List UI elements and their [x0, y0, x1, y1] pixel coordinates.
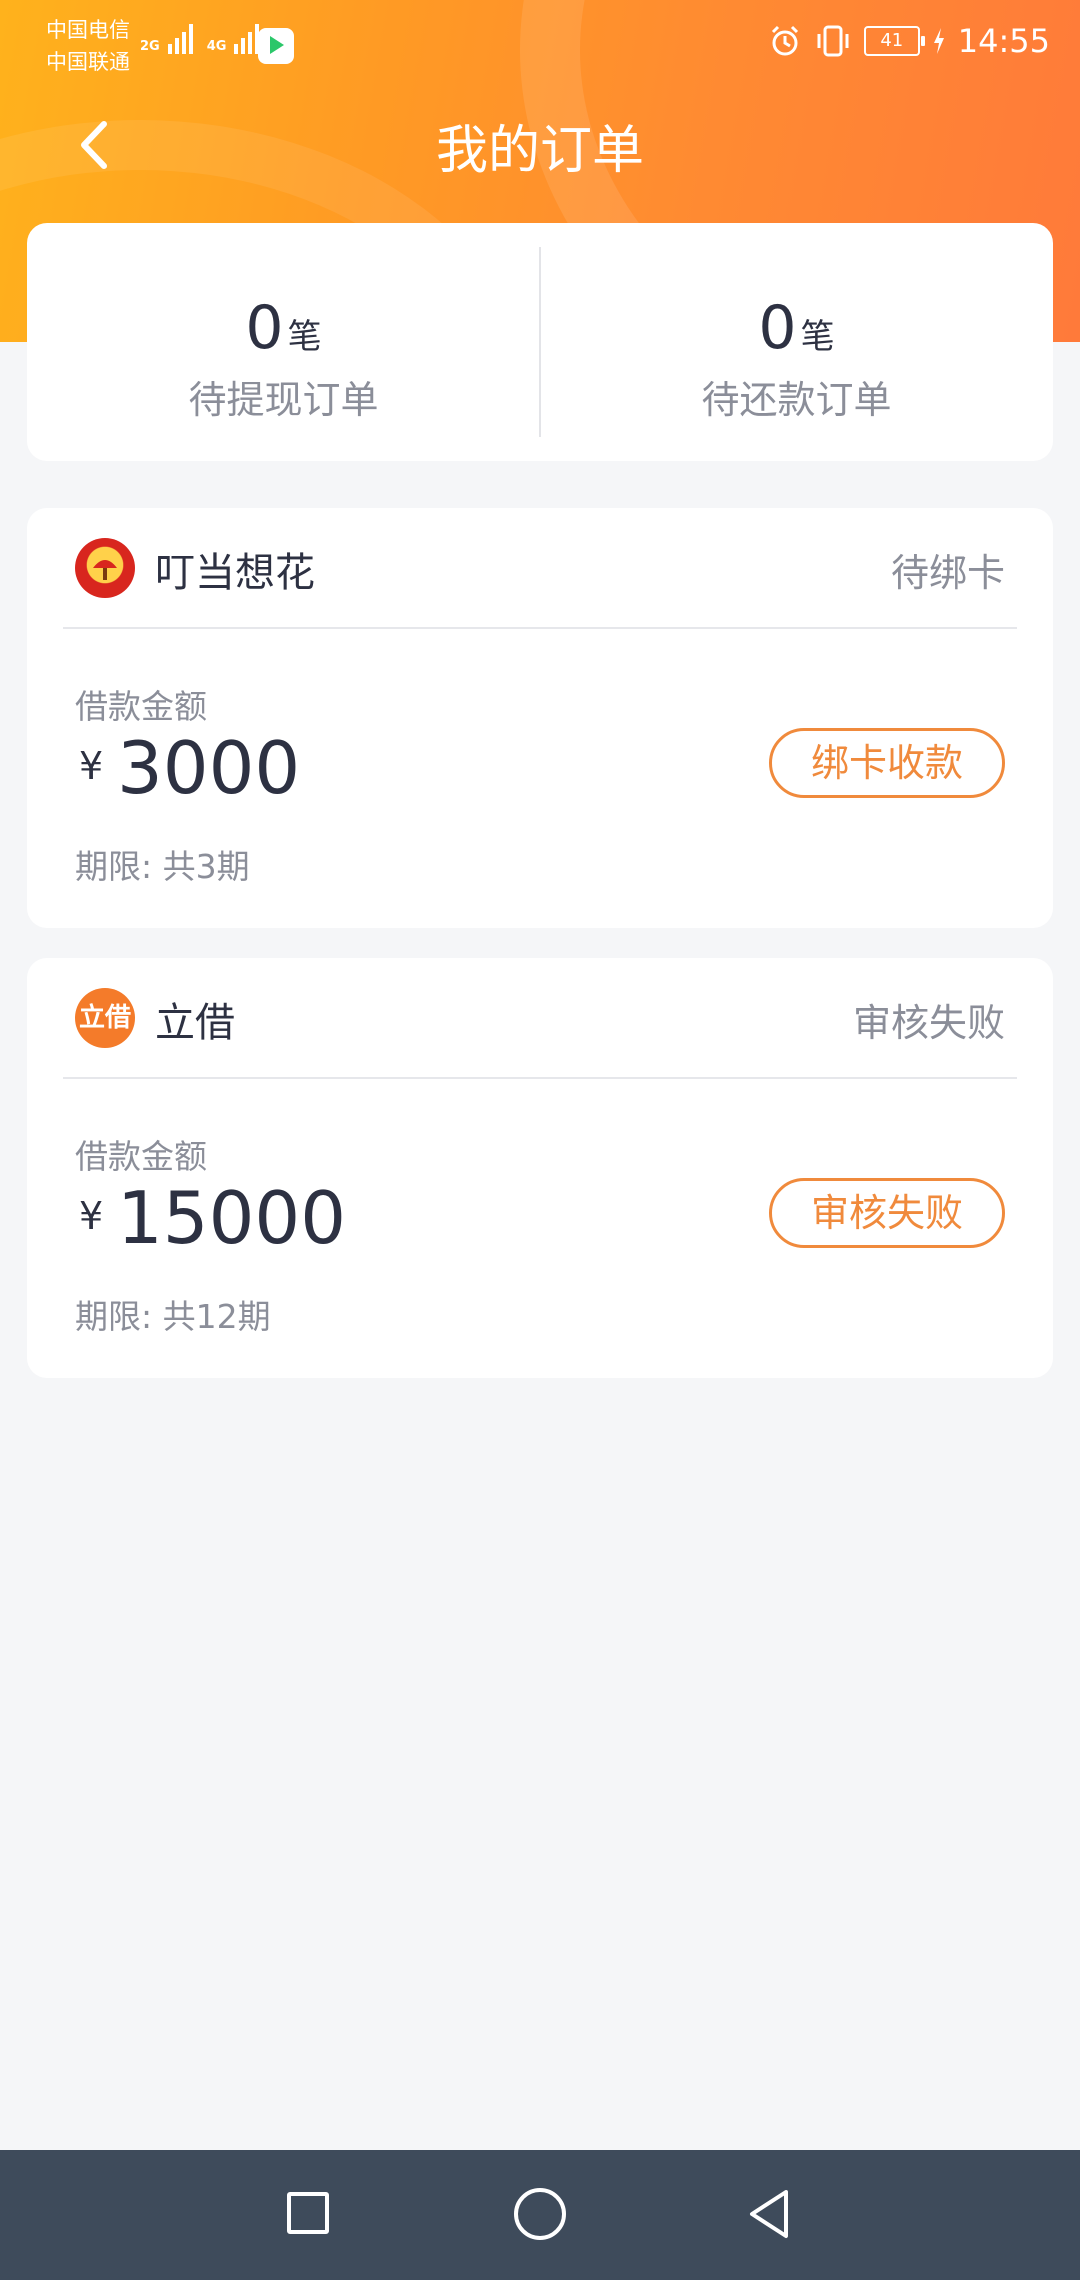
signal-indicators: 2G 4G: [140, 22, 260, 54]
order-status: 审核失败: [852, 1001, 1005, 1045]
pending-repay-label: 待还款订单: [701, 378, 892, 422]
loan-term: 期限: 共12期: [75, 1297, 271, 1336]
battery-indicator: 41: [863, 26, 925, 56]
bind-card-button[interactable]: 绑卡收款: [769, 728, 1005, 798]
status-right: 41 14:55: [768, 22, 1050, 60]
page-title: 我的订单: [435, 121, 644, 181]
lijie-logo-icon: 立借: [75, 988, 135, 1048]
pending-repay-count: 0: [758, 293, 797, 363]
amount-label: 借款金额: [75, 687, 207, 726]
dingdang-logo-icon: [75, 538, 135, 598]
carrier-2: 中国联通: [46, 50, 130, 74]
network-type-2: 4G: [206, 39, 227, 54]
order-card[interactable]: 叮当想花 待绑卡 借款金额 ¥ 3000 期限: 共3期 绑卡收款: [27, 508, 1053, 928]
order-header: 立借 立借 审核失败: [27, 958, 1053, 1078]
divider: [63, 627, 1017, 629]
charging-icon: [933, 28, 944, 54]
count-unit: 笔: [800, 317, 835, 357]
pending-repay-summary[interactable]: 0笔 待还款订单: [540, 223, 1053, 461]
currency-symbol: ¥: [79, 1194, 104, 1238]
alarm-icon: [771, 25, 798, 56]
amount-label: 借款金额: [75, 1137, 207, 1176]
loan-amount: 3000: [117, 726, 301, 810]
order-summary-card: 0笔 待提现订单 0笔 待还款订单: [27, 223, 1053, 461]
status-bar: 中国电信 中国联通 2G 4G 41 14:55: [0, 0, 1080, 90]
pending-withdraw-label: 待提现订单: [188, 378, 379, 422]
order-status: 待绑卡: [890, 551, 1005, 595]
signal-icon: [234, 22, 260, 54]
lender-name: 立借: [155, 1000, 235, 1046]
system-navigation-bar: [0, 2150, 1080, 2280]
order-card[interactable]: 立借 立借 审核失败 借款金额 ¥ 15000 期限: 共12期 审核失败: [27, 958, 1053, 1378]
pending-withdraw-summary[interactable]: 0笔 待提现订单: [27, 223, 540, 461]
divider: [63, 1077, 1017, 1079]
loan-amount: 15000: [117, 1176, 347, 1260]
recent-apps-icon[interactable]: [287, 2192, 329, 2234]
lender-name: 叮当想花: [155, 550, 315, 596]
clock: 14:55: [957, 22, 1050, 60]
vibrate-icon: [817, 25, 849, 57]
pending-withdraw-count: 0: [245, 293, 284, 363]
review-failed-button[interactable]: 审核失败: [769, 1178, 1005, 1248]
network-type-1: 2G: [140, 39, 160, 54]
app-notification-icon: [258, 28, 294, 64]
count-unit: 笔: [287, 317, 322, 357]
loan-term: 期限: 共3期: [75, 847, 250, 886]
currency-symbol: ¥: [79, 744, 104, 788]
home-icon[interactable]: [514, 2188, 566, 2240]
back-icon[interactable]: [746, 2188, 792, 2240]
carrier-1: 中国电信: [46, 18, 130, 42]
order-header: 叮当想花 待绑卡: [27, 508, 1053, 628]
signal-icon: [167, 22, 193, 54]
carrier-names: 中国电信 中国联通: [46, 14, 130, 78]
